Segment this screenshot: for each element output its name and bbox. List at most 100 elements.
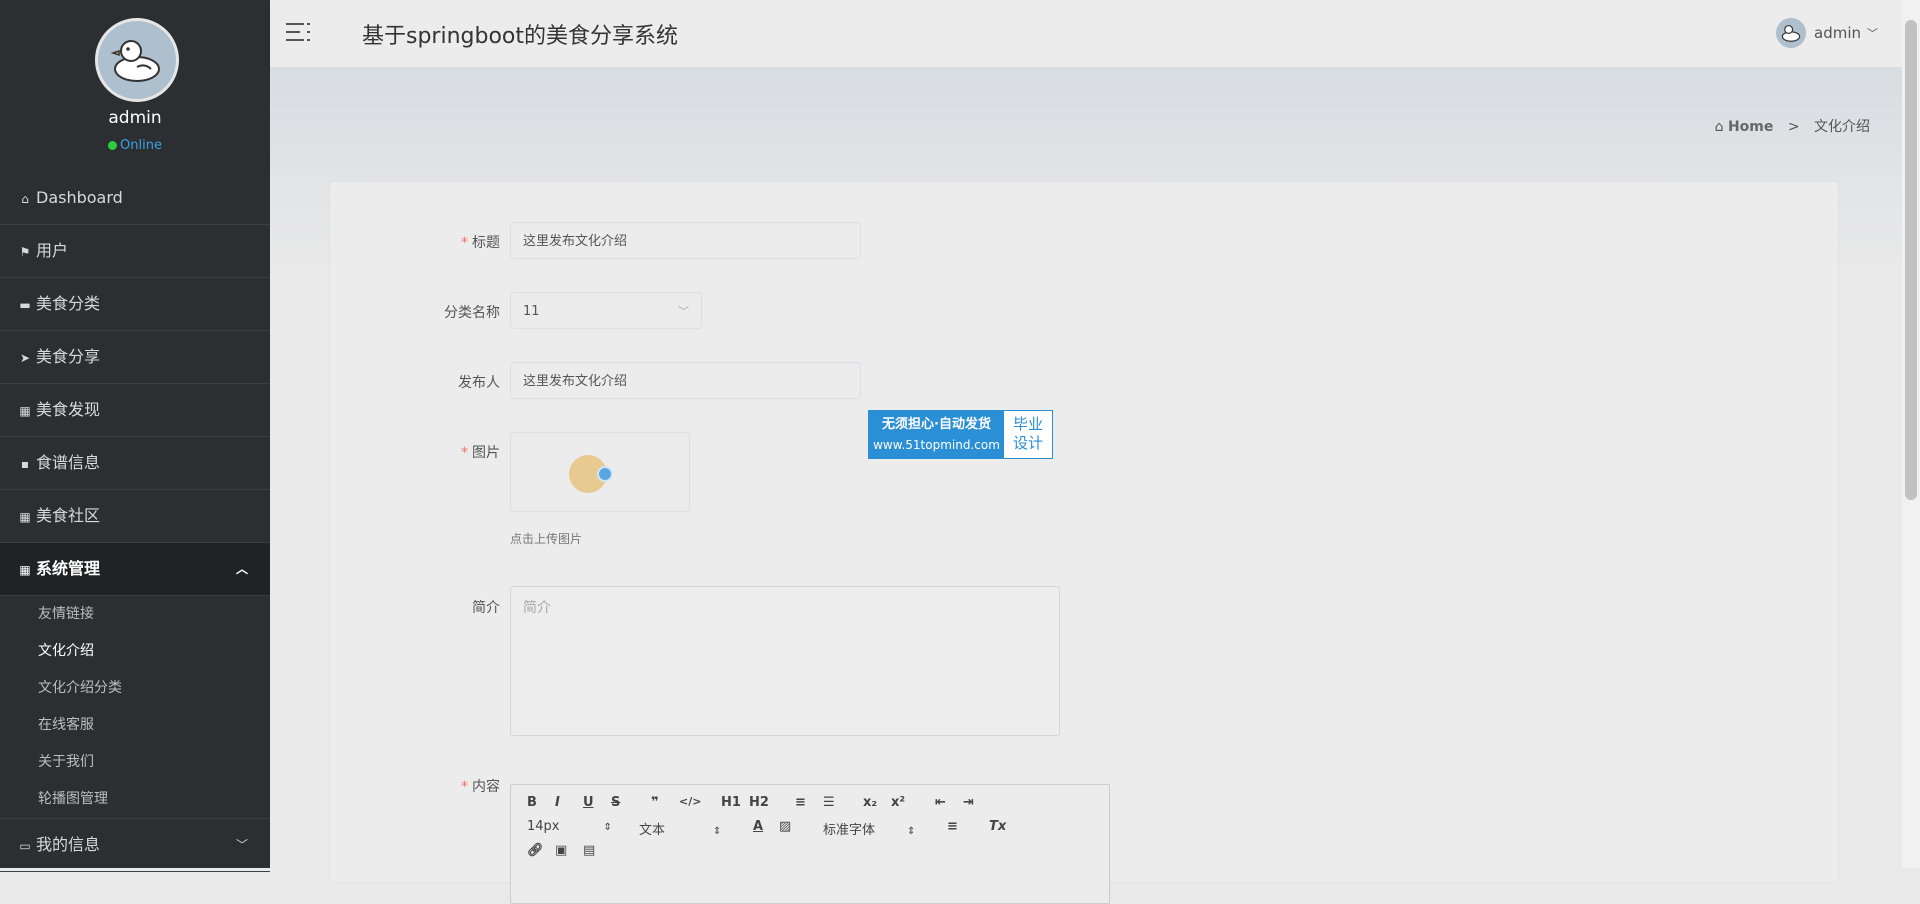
sidebar-item-label: Dashboard: [36, 188, 123, 207]
watermark-line1: 无须担心·自动发货: [882, 417, 991, 432]
intro-textarea[interactable]: 简介: [510, 586, 1060, 736]
duck-icon: [110, 40, 160, 82]
font-family-select[interactable]: 标准字体 ⇕: [823, 819, 915, 838]
title-label: * 标题: [461, 235, 500, 251]
watermark-side1: 毕业: [1012, 415, 1043, 433]
flag-icon: ⚑: [19, 245, 31, 259]
watermark-side2: 设计: [1012, 434, 1043, 452]
ordered-list-icon[interactable]: ≡: [795, 795, 806, 810]
sidebar-menu: ⌂ Dashboard ⚑ 用户 ▬ 美食分类 ➤ 美食分享 ▦ 美食发现 ▪ 食谱信息 ▦…: [0, 172, 270, 872]
background-color-icon[interactable]: ▨: [779, 819, 791, 834]
sidebar-user-name: admin: [108, 108, 162, 128]
breadcrumb-home[interactable]: Home: [1728, 119, 1773, 135]
title-input[interactable]: 这里发布文化介绍: [510, 222, 861, 259]
blockquote-button[interactable]: ❞: [651, 795, 659, 810]
send-icon: ➤: [19, 351, 31, 365]
intro-label: 简介: [472, 600, 500, 616]
status-text: Online: [120, 138, 162, 153]
grid-icon: ▦: [19, 510, 31, 524]
sidebar-item-system-management[interactable]: ▦ 系统管理 ︿: [0, 543, 270, 596]
sidebar-item-label: 系统管理: [36, 559, 101, 578]
scrollbar-thumb[interactable]: [1905, 20, 1917, 500]
grid-icon: ▦: [19, 563, 31, 577]
sidebar: admin Online ⌂ Dashboard ⚑ 用户 ▬ 美食分类 ➤ 美食分享 …: [0, 0, 270, 872]
sidebar-item-label: 用户: [36, 241, 69, 260]
align-icon[interactable]: ≡: [947, 819, 958, 834]
strike-button[interactable]: S: [611, 795, 620, 810]
sub-item-about-us[interactable]: 关于我们: [0, 744, 270, 781]
bullet-list-icon[interactable]: ☰: [823, 795, 835, 810]
sub-item-culture-category[interactable]: 文化介绍分类: [0, 670, 270, 707]
menu-toggle-icon[interactable]: [286, 20, 312, 46]
avatar[interactable]: [95, 18, 179, 102]
h2-button[interactable]: H2: [749, 795, 769, 810]
video-icon[interactable]: ▤: [583, 843, 595, 858]
online-status: Online: [0, 138, 270, 153]
upload-indicator-icon: [597, 466, 613, 482]
font-size-select[interactable]: 14px ⇕: [527, 819, 612, 834]
superscript-button[interactable]: x²: [891, 795, 905, 810]
link-icon[interactable]: 🔗︎: [527, 843, 544, 858]
h1-button[interactable]: H1: [721, 795, 741, 810]
font-color-icon[interactable]: A: [753, 819, 763, 834]
sidebar-item-food-share[interactable]: ➤ 美食分享: [0, 331, 270, 384]
sidebar-item-recipe-info[interactable]: ▪ 食谱信息: [0, 437, 270, 490]
indent-icon[interactable]: ⇥: [963, 795, 974, 810]
sub-item-carousel[interactable]: 轮播图管理: [0, 781, 270, 818]
category-value: 11: [523, 304, 540, 319]
publisher-label: 发布人: [458, 375, 500, 391]
sidebar-item-label: 美食分享: [36, 347, 101, 366]
home-icon: ⌂: [21, 192, 29, 206]
sidebar-item-my-info[interactable]: ▭ 我的信息 ﹀: [0, 818, 270, 872]
outdent-icon[interactable]: ⇤: [935, 795, 946, 810]
sidebar-item-users[interactable]: ⚑ 用户: [0, 225, 270, 278]
watermark-side: 毕业 设计: [1004, 411, 1052, 458]
watermark-badge: 无须担心·自动发货 www.51topmind.com 毕业 设计: [868, 410, 1053, 459]
category-select[interactable]: 11 ﹀: [510, 292, 702, 329]
header-type-select[interactable]: 文本 ⇕: [639, 819, 721, 838]
sidebar-item-dashboard[interactable]: ⌂ Dashboard: [0, 172, 270, 225]
header-user-name: admin: [1814, 24, 1861, 42]
chevron-down-icon: ﹀: [1867, 27, 1878, 40]
user-avatar-icon: [1776, 18, 1806, 48]
chevron-down-icon: ﹀: [235, 838, 248, 852]
category-label: 分类名称: [444, 305, 500, 321]
sidebar-item-label: 美食社区: [36, 506, 101, 525]
breadcrumb: ⌂ Home > 文化介绍: [1715, 116, 1870, 136]
image-upload[interactable]: [510, 432, 690, 512]
sidebar-item-label: 美食发现: [36, 400, 101, 419]
watermark-line2: www.51topmind.com: [873, 438, 1000, 452]
chevron-up-icon: ︿: [235, 562, 248, 576]
ticket-icon: ▬: [19, 298, 31, 312]
sidebar-item-food-community[interactable]: ▦ 美食社区: [0, 490, 270, 543]
user-menu[interactable]: admin ﹀: [1776, 18, 1878, 48]
sidebar-item-food-category[interactable]: ▬ 美食分类: [0, 278, 270, 331]
breadcrumb-current: 文化介绍: [1814, 119, 1870, 135]
chevron-down-icon: ﹀: [678, 305, 689, 318]
page-scrollbar[interactable]: [1902, 0, 1920, 868]
card-icon: ▭: [19, 839, 31, 853]
grid-icon: ▦: [19, 404, 31, 418]
status-dot-icon: [108, 141, 118, 150]
subscript-button[interactable]: x₂: [863, 795, 877, 810]
content-label: * 内容: [461, 779, 500, 795]
sidebar-item-food-discover[interactable]: ▦ 美食发现: [0, 384, 270, 437]
watermark-text: 无须担心·自动发货 www.51topmind.com: [869, 411, 1004, 458]
sub-item-friend-links[interactable]: 友情链接: [0, 596, 270, 633]
rich-text-editor[interactable]: B I U S ❞ </> H1 H2 ≡ ☰ x₂ x² ⇤ ⇥ 14px ⇕ …: [510, 784, 1110, 904]
publisher-input[interactable]: 这里发布文化介绍: [510, 362, 861, 399]
underline-button[interactable]: U: [583, 795, 594, 810]
sub-item-culture-intro[interactable]: 文化介绍: [0, 633, 270, 670]
image-label: * 图片: [461, 445, 500, 461]
image-icon[interactable]: ▣: [555, 843, 567, 858]
italic-button[interactable]: I: [555, 795, 560, 810]
sub-item-online-service[interactable]: 在线客服: [0, 707, 270, 744]
top-bar: 基于springboot的美食分享系统 admin ﹀: [270, 0, 1920, 67]
bold-button[interactable]: B: [527, 795, 537, 810]
clear-format-button[interactable]: Tx: [989, 819, 1006, 834]
system-submenu: 友情链接 文化介绍 文化介绍分类 在线客服 关于我们 轮播图管理: [0, 596, 270, 818]
code-button[interactable]: </>: [679, 795, 701, 808]
database-icon: ▪: [20, 457, 30, 471]
sidebar-item-label: 我的信息: [36, 835, 101, 854]
sidebar-item-label: 美食分类: [36, 294, 101, 313]
